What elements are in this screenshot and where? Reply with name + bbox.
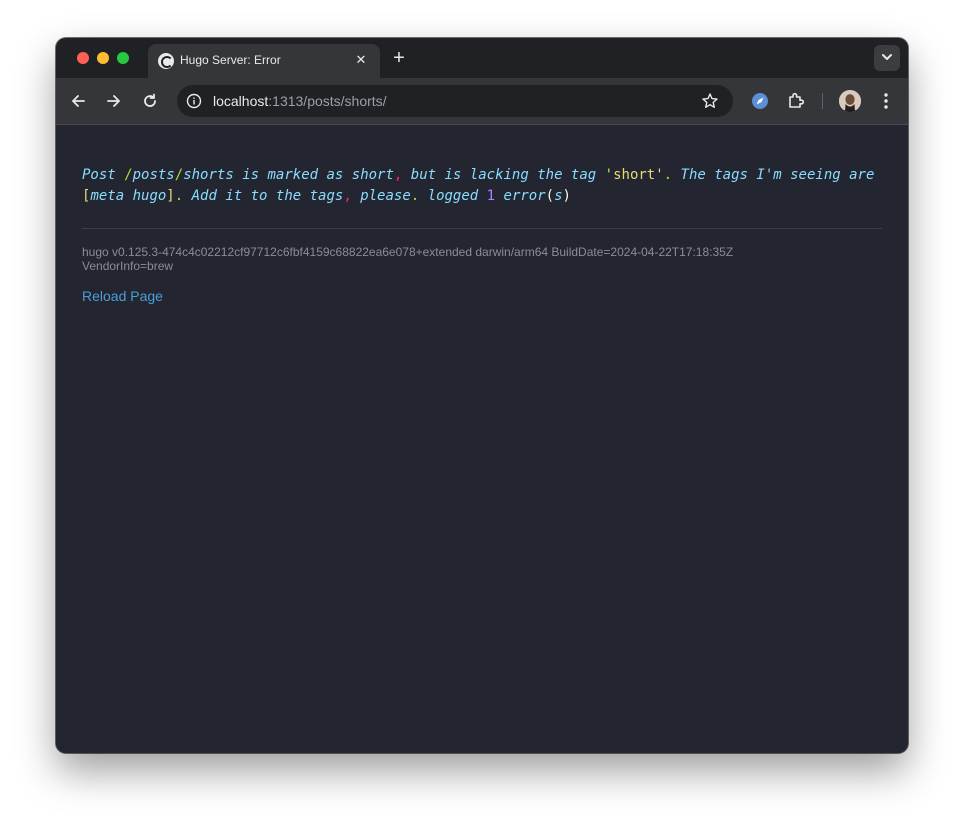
punctuation: , xyxy=(343,188,352,204)
error-text: please xyxy=(351,188,411,204)
tag-list: meta hugo xyxy=(90,188,167,204)
close-tab-icon[interactable]: ✕ xyxy=(352,51,370,69)
site-info-icon[interactable] xyxy=(186,93,202,109)
punctuation: . xyxy=(663,167,673,183)
error-text: s xyxy=(554,188,563,204)
minimize-window-button[interactable] xyxy=(97,52,109,64)
error-text: is marked as short xyxy=(233,167,394,183)
close-window-button[interactable] xyxy=(77,52,89,64)
hugo-favicon-icon xyxy=(158,53,174,69)
browser-window: Hugo Server: Error ✕ + localhost:1313/po… xyxy=(56,38,908,753)
vendor-info-line: VendorInfo=brew xyxy=(82,259,174,273)
error-text: Post xyxy=(82,167,125,183)
error-text: but is lacking the tag xyxy=(402,167,605,183)
path-segment: posts xyxy=(132,167,175,183)
toolbar-separator xyxy=(822,93,823,109)
reload-icon xyxy=(144,93,156,107)
error-text: Add it to the tags xyxy=(183,188,344,204)
version-line: hugo v0.125.3-474c4c02212cf97712c6fbf415… xyxy=(82,245,734,259)
tab-search-button[interactable] xyxy=(874,45,900,71)
reload-button[interactable] xyxy=(139,90,161,112)
error-text: error xyxy=(495,188,546,204)
browser-toolbar: localhost:1313/posts/shorts/ xyxy=(56,78,908,125)
back-button[interactable] xyxy=(67,90,89,112)
extensions-puzzle-icon[interactable] xyxy=(785,90,807,112)
punctuation: . xyxy=(410,188,420,204)
arrow-left-icon xyxy=(72,95,85,107)
path-separator: / xyxy=(174,167,184,183)
more-vertical-icon xyxy=(884,93,888,109)
punctuation: . xyxy=(174,188,184,204)
error-text: logged xyxy=(419,188,487,204)
paren: ( xyxy=(545,188,555,204)
url-text: localhost:1313/posts/shorts/ xyxy=(213,93,387,109)
bookmark-star-icon[interactable] xyxy=(701,92,719,110)
new-tab-button[interactable]: + xyxy=(388,48,410,70)
tab-hugo-server-error[interactable]: Hugo Server: Error ✕ xyxy=(148,44,380,78)
maximize-window-button[interactable] xyxy=(117,52,129,64)
reload-page-link[interactable]: Reload Page xyxy=(82,288,163,304)
path-segment: shorts xyxy=(183,167,234,183)
url-path: :1313/posts/shorts/ xyxy=(268,93,387,109)
extension-compass-icon[interactable] xyxy=(749,90,771,112)
arrow-right-icon xyxy=(107,95,120,107)
error-message: Post /posts/shorts is marked as short, b… xyxy=(82,165,882,207)
browser-menu-button[interactable] xyxy=(876,90,896,112)
profile-avatar[interactable] xyxy=(839,90,861,112)
hugo-version-info: hugo v0.125.3-474c4c02212cf97712c6fbf415… xyxy=(82,245,882,273)
forward-button[interactable] xyxy=(103,90,125,112)
error-count: 1 xyxy=(486,188,496,204)
profile-photo-icon xyxy=(839,90,861,112)
tab-title: Hugo Server: Error xyxy=(180,53,281,67)
url-host: localhost xyxy=(213,93,269,109)
page-content: Post /posts/shorts is marked as short, b… xyxy=(56,125,908,753)
paren: ) xyxy=(562,188,571,204)
bracket: ] xyxy=(166,188,175,204)
address-bar[interactable]: localhost:1313/posts/shorts/ xyxy=(177,85,733,117)
quoted-tag: 'short' xyxy=(604,167,664,183)
error-text: The tags I'm seeing are xyxy=(672,167,875,183)
chevron-down-icon xyxy=(882,54,892,60)
path-separator: / xyxy=(124,167,133,183)
tab-strip: Hugo Server: Error ✕ + xyxy=(56,38,908,78)
divider xyxy=(82,228,882,229)
